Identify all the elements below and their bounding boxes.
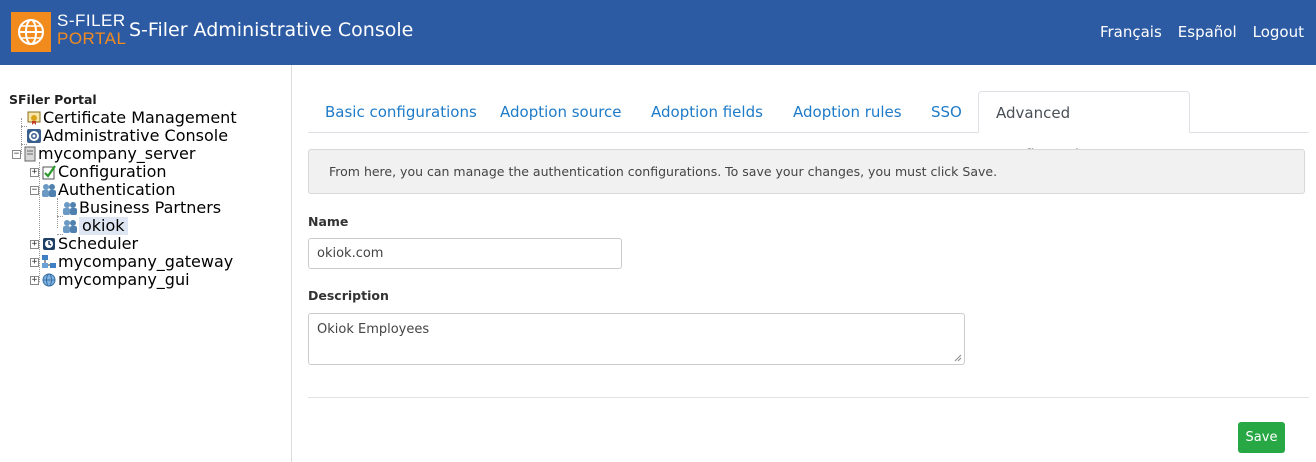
tree-item-label: Certificate Management	[43, 108, 237, 127]
tree-item-scheduler[interactable]: + Scheduler	[30, 235, 138, 253]
info-alert: From here, you can manage the authentica…	[308, 149, 1305, 194]
tree-item-label: Configuration	[58, 162, 167, 181]
tab-bar: Basic configurations Adoption source Ado…	[308, 91, 1309, 164]
tree-item-label: Scheduler	[58, 234, 139, 253]
network-icon	[41, 254, 57, 270]
server-icon	[23, 146, 37, 162]
users-icon	[62, 218, 78, 234]
tree-item-configuration[interactable]: + Configuration	[30, 163, 167, 181]
tab-basic-configurations[interactable]: Basic configurations	[308, 91, 494, 133]
tree-item-label: Business Partners	[79, 198, 222, 217]
resize-handle-icon[interactable]	[954, 354, 962, 362]
tab-adoption-source[interactable]: Adoption source	[483, 91, 639, 133]
tree-item-authentication[interactable]: − Authentication	[30, 181, 175, 199]
expand-toggle-icon[interactable]: +	[30, 275, 39, 285]
tree-item-certificate-management[interactable]: Certificate Management	[26, 109, 237, 127]
tab-advanced-configurations[interactable]: Advanced Configurations	[978, 91, 1190, 164]
users-icon	[41, 182, 57, 198]
expand-toggle-icon[interactable]: +	[30, 257, 39, 267]
description-text: Okiok Employees	[317, 322, 430, 337]
collapse-toggle-icon[interactable]: −	[12, 149, 21, 159]
tree-item-label: mycompany_gateway	[58, 252, 234, 271]
tree-item-label: Authentication	[58, 180, 176, 199]
spanish-link[interactable]: Español	[1178, 23, 1237, 41]
tab-adoption-rules[interactable]: Adoption rules	[776, 91, 919, 133]
form-divider	[308, 397, 1309, 398]
tree-item-label: mycompany_gui	[58, 270, 190, 289]
tree-item-label: okiok	[79, 217, 128, 235]
sidebar-tree-panel: SFiler Portal Certificate Management Adm…	[0, 65, 292, 462]
logout-link[interactable]: Logout	[1253, 23, 1304, 41]
header-nav: Français Español Logout	[1100, 23, 1304, 41]
checklist-icon	[41, 164, 57, 180]
tree-item-mycompany-gateway[interactable]: + mycompany_gateway	[30, 253, 233, 271]
french-link[interactable]: Français	[1100, 23, 1162, 41]
brand-logo-text: S-FILER PORTAL	[57, 11, 127, 48]
gear-icon	[26, 128, 42, 144]
globe-logo-icon	[11, 12, 51, 52]
main-content: Basic configurations Adoption source Ado…	[293, 65, 1316, 462]
expand-toggle-icon[interactable]: +	[30, 239, 39, 249]
collapse-toggle-icon[interactable]: −	[30, 185, 39, 195]
tree-item-label: Administrative Console	[43, 126, 229, 145]
top-bar: S-FILER PORTAL S-Filer Administrative Co…	[0, 0, 1316, 65]
tree-item-label: mycompany_server	[38, 144, 196, 163]
tab-sso[interactable]: SSO	[914, 91, 979, 133]
clock-icon	[41, 236, 57, 252]
tab-adoption-fields[interactable]: Adoption fields	[634, 91, 780, 133]
globe-icon	[41, 272, 57, 288]
tree-item-okiok[interactable]: okiok	[62, 217, 128, 235]
users-icon	[62, 200, 78, 216]
tree-item-administrative-console[interactable]: Administrative Console	[26, 127, 228, 145]
certificate-icon	[26, 110, 42, 126]
tree-item-mycompany-server[interactable]: − mycompany_server	[12, 145, 195, 163]
description-label: Description	[308, 288, 389, 303]
name-input[interactable]: okiok.com	[308, 238, 622, 269]
tree-item-mycompany-gui[interactable]: + mycompany_gui	[30, 271, 190, 289]
name-label: Name	[308, 214, 349, 229]
expand-toggle-icon[interactable]: +	[30, 167, 39, 177]
app-title: S-Filer Administrative Console	[129, 19, 414, 41]
save-button[interactable]: Save	[1238, 422, 1285, 453]
tree-item-business-partners[interactable]: Business Partners	[62, 199, 221, 217]
description-textarea[interactable]: Okiok Employees	[308, 313, 965, 365]
